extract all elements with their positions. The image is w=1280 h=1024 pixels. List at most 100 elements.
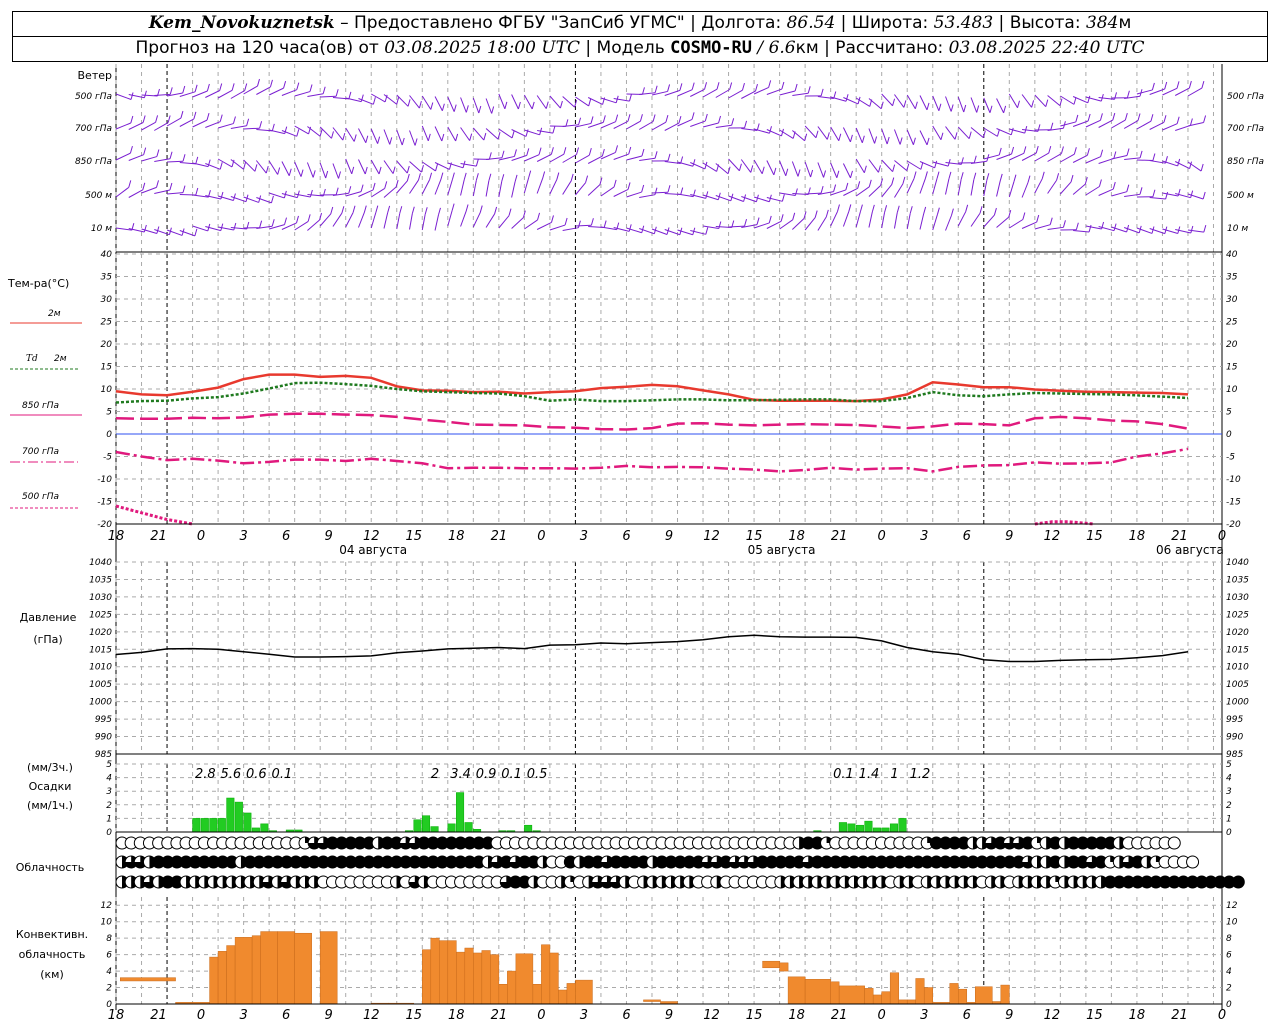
wind-barb-feather <box>156 180 159 188</box>
wind-barb <box>639 92 656 95</box>
time-tick-mid: 15 <box>1086 529 1103 544</box>
wind-barb <box>1111 191 1127 197</box>
time-tick-bottom: 0 <box>878 1008 886 1023</box>
wind-barb <box>906 160 922 170</box>
time-tick-bottom: 21 <box>1171 1008 1188 1023</box>
wind-barb-feather <box>973 172 977 180</box>
wind-barb-feather <box>219 114 223 122</box>
time-tick-bottom: 3 <box>239 1008 247 1023</box>
time-tick-bottom: 0 <box>197 1008 205 1023</box>
wind-barb-feather <box>194 228 198 237</box>
time-tick-mid: 6 <box>282 529 290 544</box>
wind-barb-feather <box>731 118 735 126</box>
temp-tick-left: 30 <box>101 295 113 305</box>
wind-barb <box>537 130 554 134</box>
wind-barb <box>919 130 928 146</box>
wind-barb <box>779 160 787 176</box>
wind-barb <box>434 214 439 231</box>
wind-barb <box>562 154 577 163</box>
wind-barb-feather <box>718 115 722 124</box>
wind-barb-feather <box>667 84 671 92</box>
wind-barb-feather <box>511 130 515 139</box>
wind-barb <box>409 161 422 173</box>
wind-barb-feather <box>559 100 563 109</box>
wind-barb <box>1059 181 1072 195</box>
wind-barb-feather <box>849 134 853 143</box>
wind-barb <box>740 159 752 173</box>
wind-barb <box>447 179 453 196</box>
day-label: 06 августа <box>1156 543 1224 557</box>
wind-barb-feather <box>143 90 147 98</box>
wind-barb <box>447 96 455 112</box>
wind-barb-feather <box>401 137 405 146</box>
wind-barb <box>970 127 984 139</box>
wind-barb <box>728 89 743 99</box>
wind-barb-feather <box>1113 223 1117 231</box>
precip-bar <box>234 801 243 833</box>
wind-barb <box>1047 153 1062 162</box>
wind-barb <box>562 96 575 108</box>
convective-bar <box>447 940 457 1005</box>
press-tick-left: 1000 <box>89 698 112 708</box>
convective-bar <box>898 999 908 1005</box>
wind-barb <box>983 214 995 228</box>
wind-barb-feather <box>387 205 391 214</box>
wind-barb <box>996 216 1010 228</box>
precip-bar <box>422 815 431 833</box>
wind-barb <box>141 156 158 162</box>
wind-barb <box>154 158 171 162</box>
temp-tick-right: 10 <box>1226 385 1238 395</box>
wind-barb <box>523 94 533 110</box>
wind-barb <box>205 121 221 128</box>
wind-barb <box>906 178 915 194</box>
wind-barb <box>893 212 898 229</box>
wind-barb <box>128 154 144 161</box>
wind-barb-feather <box>270 195 274 204</box>
wind-barb-feather <box>1041 171 1045 179</box>
wind-barb-feather <box>963 104 967 113</box>
time-tick-mid: 12 <box>363 529 380 544</box>
wind-barb-feather <box>307 214 311 222</box>
wind-barb-feather <box>641 87 645 95</box>
wind-barb <box>983 180 988 197</box>
wind-barb <box>894 183 904 198</box>
press-tick-right: 1005 <box>1226 680 1249 690</box>
wind-barb-feather <box>797 169 801 177</box>
wind-barb <box>855 127 863 143</box>
wind-barb <box>396 129 403 146</box>
wind-barb-feather <box>691 112 695 120</box>
convective-bar <box>422 949 432 1005</box>
precip-3h-total: 1.2 <box>910 767 931 782</box>
wind-barb-feather <box>1139 150 1143 159</box>
precip-3h-total: 0.5 <box>527 767 548 782</box>
wind-barb-feather <box>861 135 865 143</box>
wind-barb-feather <box>871 204 875 213</box>
wind-barb <box>115 122 132 130</box>
wind-barb <box>626 120 641 130</box>
wind-barb <box>881 212 886 229</box>
press-tick-left: 1020 <box>89 628 112 638</box>
wind-barb-feather <box>195 156 199 164</box>
press-tick-left: 1035 <box>89 575 112 585</box>
wind-barb-feather <box>678 115 682 124</box>
wind-barb <box>932 214 938 231</box>
press-tick-right: 995 <box>1226 715 1243 725</box>
wind-barb-feather <box>156 149 160 157</box>
wind-barb-feather <box>590 218 594 226</box>
wind-level-label-right: 500 м <box>1227 191 1254 201</box>
conv-tick-right: 6 <box>1226 951 1232 961</box>
wind-barb <box>1060 153 1075 163</box>
wind-barb <box>141 186 157 194</box>
conv-tick-right: 8 <box>1226 934 1232 944</box>
wind-barb <box>1085 186 1100 196</box>
wind-level-label-left: 500 м <box>85 191 112 201</box>
wind-barb <box>243 127 260 130</box>
conv-tick-right: 12 <box>1226 901 1238 911</box>
wind-barb <box>690 88 705 97</box>
precip-bar <box>217 818 226 833</box>
wind-barb-feather <box>1088 224 1092 233</box>
convective-bar <box>226 945 236 1005</box>
wind-barb-feather <box>335 89 339 97</box>
wind-barb-feather <box>1203 224 1207 233</box>
wind-barb <box>894 94 905 108</box>
